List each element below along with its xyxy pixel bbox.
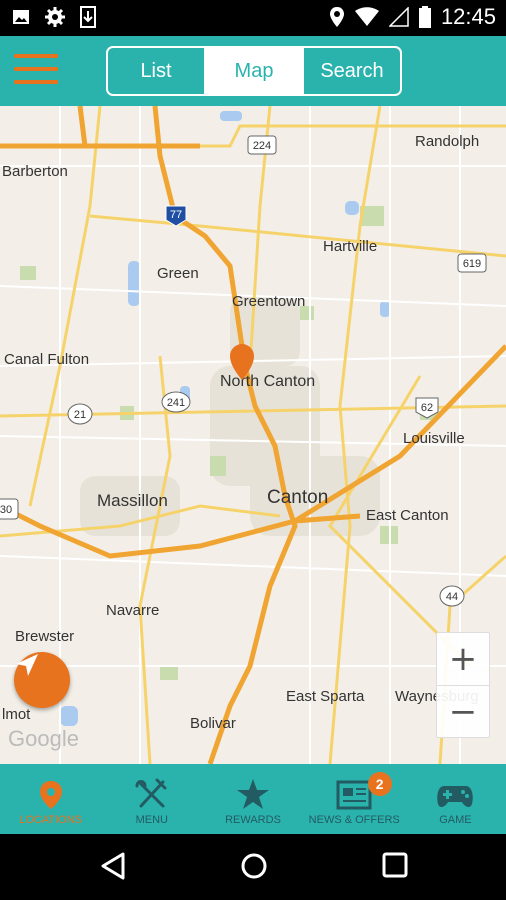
- route-shield: 30: [0, 498, 19, 520]
- image-icon: [13, 10, 29, 24]
- wifi-icon: [354, 7, 379, 26]
- tab-menu[interactable]: MENU: [101, 764, 202, 834]
- town-label: East Canton: [366, 507, 449, 524]
- navigation-arrow-icon: [16, 654, 38, 676]
- star-icon: [237, 779, 269, 809]
- town-label: Hartville: [323, 238, 377, 255]
- newspaper-icon: [336, 780, 372, 810]
- map-view[interactable]: Barberton Randolph Hartville Green Green…: [0, 106, 506, 764]
- app-bar: List Map Search: [0, 36, 506, 106]
- tab-map[interactable]: Map: [204, 48, 302, 94]
- svg-text:30: 30: [0, 504, 12, 516]
- back-icon[interactable]: [100, 852, 126, 880]
- town-label: Massillon: [97, 491, 168, 510]
- fork-knife-icon: [135, 778, 167, 808]
- system-nav-bar: [0, 834, 506, 900]
- my-location-button[interactable]: [14, 652, 70, 708]
- town-label: Brewster: [15, 628, 74, 645]
- town-label: lmot: [2, 706, 31, 723]
- signal-icon: [388, 7, 409, 27]
- tab-label: NEWS & OFFERS: [308, 814, 400, 826]
- view-switcher: List Map Search: [106, 46, 402, 96]
- town-label: Green: [157, 265, 199, 282]
- bottom-tab-bar: LOCATIONS MENU REWARDS 2 NEWS & OFFERS G…: [0, 764, 506, 834]
- town-label: Barberton: [2, 163, 68, 180]
- map-canvas: Barberton Randolph Hartville Green Green…: [0, 106, 506, 764]
- tab-label: REWARDS: [225, 814, 281, 826]
- route-shield: 224: [247, 135, 277, 155]
- zoom-in-button[interactable]: +: [437, 633, 489, 685]
- svg-text:241: 241: [167, 397, 185, 409]
- location-status-icon: [329, 7, 344, 27]
- recents-icon[interactable]: [382, 852, 408, 878]
- town-label: North Canton: [220, 373, 315, 390]
- svg-text:62: 62: [421, 402, 433, 414]
- clock: 12:45: [440, 4, 496, 29]
- notification-badge: 2: [367, 772, 392, 796]
- town-label: East Sparta: [286, 688, 365, 705]
- tab-label: GAME: [439, 814, 472, 826]
- route-shield: 241: [161, 391, 191, 413]
- google-attribution: Google: [8, 726, 79, 751]
- town-label: Bolivar: [190, 715, 236, 732]
- zoom-controls: + −: [436, 632, 490, 738]
- tab-game[interactable]: GAME: [405, 764, 506, 834]
- tab-rewards[interactable]: REWARDS: [202, 764, 303, 834]
- tab-label: LOCATIONS: [19, 814, 82, 826]
- home-icon[interactable]: [240, 852, 268, 880]
- zoom-out-button[interactable]: −: [437, 685, 489, 737]
- status-bar: 12:45: [0, 0, 506, 36]
- menu-icon[interactable]: [14, 54, 58, 86]
- tab-locations[interactable]: LOCATIONS: [0, 764, 101, 834]
- svg-text:224: 224: [253, 140, 271, 152]
- tab-news-offers[interactable]: 2 NEWS & OFFERS: [304, 764, 405, 834]
- town-label: Louisville: [403, 430, 465, 447]
- svg-text:77: 77: [170, 209, 182, 221]
- tab-list[interactable]: List: [108, 48, 204, 94]
- town-label: Navarre: [106, 602, 159, 619]
- battery-icon: [418, 6, 431, 28]
- route-shield: 21: [67, 403, 93, 425]
- svg-text:619: 619: [463, 258, 481, 270]
- town-label: Canton: [267, 487, 328, 508]
- route-shield: 44: [439, 585, 465, 607]
- download-icon: [80, 6, 96, 28]
- town-label: Randolph: [415, 133, 479, 150]
- tab-label: MENU: [135, 814, 168, 826]
- svg-text:21: 21: [74, 409, 86, 421]
- location-pin-icon: [39, 781, 62, 809]
- town-label: Greentown: [232, 293, 305, 310]
- route-shield: 619: [457, 253, 487, 273]
- tab-search[interactable]: Search: [302, 48, 400, 94]
- gear-icon: [45, 7, 65, 27]
- gamepad-icon: [437, 786, 474, 808]
- svg-text:44: 44: [446, 591, 458, 603]
- town-label: Canal Fulton: [4, 351, 89, 368]
